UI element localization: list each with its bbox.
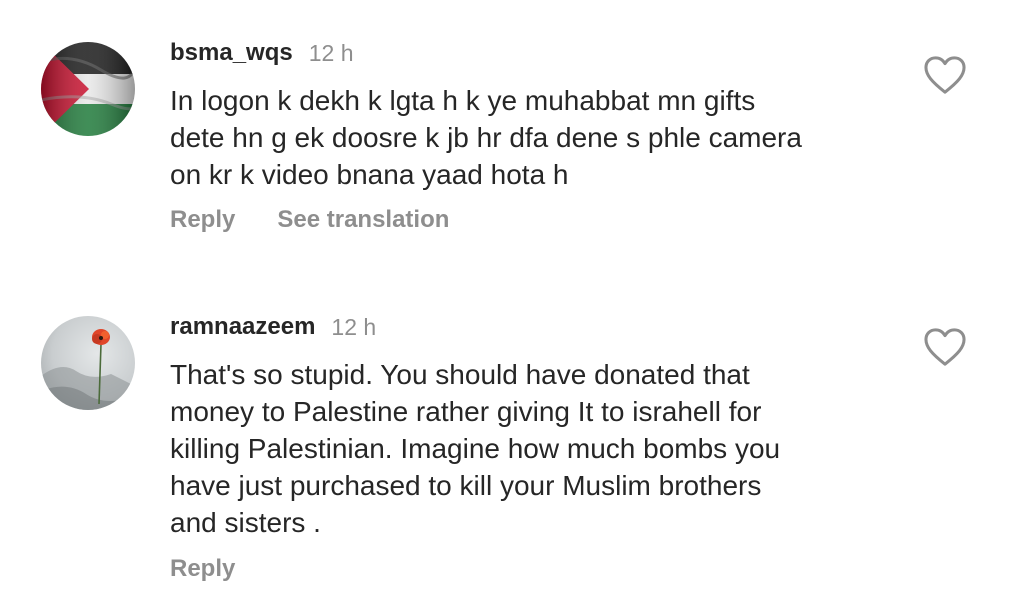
comment-actions: Reply	[170, 555, 277, 583]
heart-outline-icon	[924, 328, 966, 366]
like-button[interactable]	[922, 327, 968, 367]
timestamp: 12 h	[308, 39, 354, 66]
see-translation-button[interactable]: See translation	[277, 206, 449, 234]
palestine-flag-avatar	[41, 42, 135, 136]
heart-outline-icon	[924, 56, 966, 94]
comment-text: In logon k dekh k lgta h k ye muhabbat m…	[170, 85, 802, 190]
comment-header: bsma_wqs 12 h	[170, 36, 353, 70]
username[interactable]: ramnaazeem	[170, 313, 315, 341]
comment-actions: Reply See translation	[170, 206, 491, 234]
like-button[interactable]	[922, 55, 968, 95]
timestamp: 12 h	[331, 313, 377, 340]
avatar[interactable]	[41, 316, 135, 410]
avatar[interactable]	[41, 42, 135, 136]
red-poppy-flower-avatar	[41, 316, 135, 410]
comment-header: ramnaazeem 12 h	[170, 310, 376, 344]
reply-button[interactable]: Reply	[170, 555, 235, 583]
username[interactable]: bsma_wqs	[170, 39, 293, 67]
reply-button[interactable]: Reply	[170, 206, 235, 234]
comment-text: That's so stupid. You should have donate…	[170, 359, 781, 538]
